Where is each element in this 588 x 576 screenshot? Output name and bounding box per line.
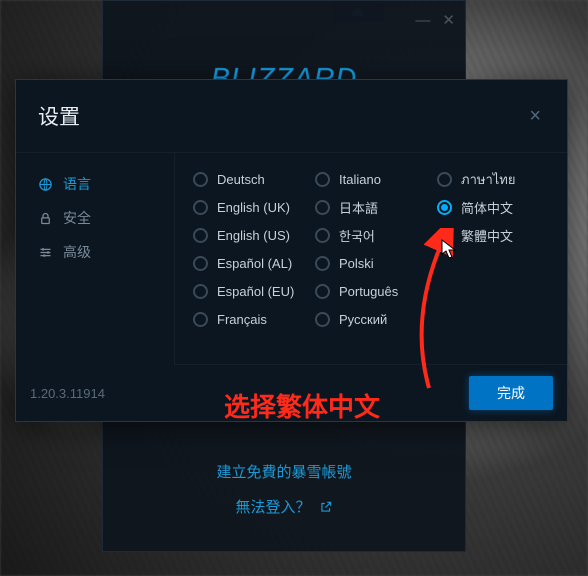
radio-icon (315, 284, 330, 299)
radio-icon (315, 312, 330, 327)
sidebar-item-label: 安全 (63, 208, 91, 228)
language-label: Français (217, 312, 267, 327)
language-label: 简体中文 (461, 198, 513, 217)
modal-body: 语言 安全 高级 Deutsch Italiano ภาษาไทย English (… (16, 153, 567, 365)
language-label: Italiano (339, 172, 381, 187)
radio-icon (193, 228, 208, 243)
sidebar-item-language[interactable]: 语言 (16, 167, 174, 201)
login-links: 建立免費的暴雪帳號 無法登入？ (103, 447, 465, 517)
language-label: English (US) (217, 228, 290, 243)
sidebar-item-label: 高级 (63, 242, 91, 262)
language-label: Español (EU) (217, 284, 294, 299)
radio-icon (437, 200, 452, 215)
language-label: Polski (339, 256, 374, 271)
language-option[interactable]: 日本語 (315, 193, 437, 221)
language-label: Русский (339, 312, 387, 327)
language-label: 繁體中文 (461, 226, 513, 245)
radio-icon (437, 228, 452, 243)
language-option[interactable]: 简体中文 (437, 193, 559, 221)
radio-icon (315, 200, 330, 215)
sidebar-item-security[interactable]: 安全 (16, 201, 174, 235)
radio-icon (437, 172, 452, 187)
modal-header: 设置 × (16, 80, 567, 153)
external-link-icon (319, 500, 333, 514)
login-titlebar: — ✕ (103, 1, 465, 39)
language-label: 한국어 (339, 226, 375, 245)
language-option[interactable]: 한국어 (315, 221, 437, 249)
radio-icon (193, 256, 208, 271)
cannot-login-label: 無法登入？ (235, 496, 310, 517)
modal-title: 设置 (38, 101, 80, 131)
language-option[interactable]: ภาษาไทย (437, 165, 559, 193)
globe-icon (38, 177, 53, 192)
language-option[interactable]: Português (315, 277, 437, 305)
language-label: Español (AL) (217, 256, 292, 271)
radio-icon (315, 256, 330, 271)
lock-icon (38, 211, 53, 226)
language-label: 日本語 (339, 198, 378, 217)
language-label: Deutsch (217, 172, 265, 187)
modal-close-button[interactable]: × (525, 101, 545, 132)
language-label: ภาษาไทย (461, 169, 515, 190)
settings-content: Deutsch Italiano ภาษาไทย English (UK) 日本語 简体中… (174, 153, 567, 365)
language-label: English (UK) (217, 200, 290, 215)
modal-footer: 1.20.3.11914 完成 (16, 365, 567, 421)
done-button[interactable]: 完成 (469, 376, 553, 410)
sidebar-item-label: 语言 (63, 174, 91, 194)
language-option[interactable]: Deutsch (193, 165, 315, 193)
settings-sidebar: 语言 安全 高级 (16, 153, 174, 365)
language-option[interactable]: English (UK) (193, 193, 315, 221)
radio-icon (315, 228, 330, 243)
close-button[interactable]: ✕ (442, 11, 455, 29)
language-option[interactable]: Français (193, 305, 315, 333)
radio-icon (193, 172, 208, 187)
cannot-login-link[interactable]: 無法登入？ (103, 496, 465, 517)
language-option[interactable]: Español (AL) (193, 249, 315, 277)
language-option[interactable]: Polski (315, 249, 437, 277)
version-label: 1.20.3.11914 (30, 386, 105, 401)
language-option[interactable]: Русский (315, 305, 437, 333)
language-label: Português (339, 284, 398, 299)
language-option[interactable]: English (US) (193, 221, 315, 249)
language-option[interactable]: 繁體中文 (437, 221, 559, 249)
sliders-icon (38, 245, 53, 260)
language-option[interactable]: Español (EU) (193, 277, 315, 305)
radio-icon (315, 172, 330, 187)
minimize-button[interactable]: — (415, 12, 430, 29)
create-account-link[interactable]: 建立免費的暴雪帳號 (103, 461, 465, 482)
radio-icon (193, 284, 208, 299)
radio-icon (193, 312, 208, 327)
language-option[interactable]: Italiano (315, 165, 437, 193)
sidebar-item-advanced[interactable]: 高级 (16, 235, 174, 269)
radio-icon (193, 200, 208, 215)
settings-modal: 设置 × 语言 安全 高级 De (15, 79, 568, 422)
language-radio-grid: Deutsch Italiano ภาษาไทย English (UK) 日本語 简体中… (193, 165, 559, 333)
